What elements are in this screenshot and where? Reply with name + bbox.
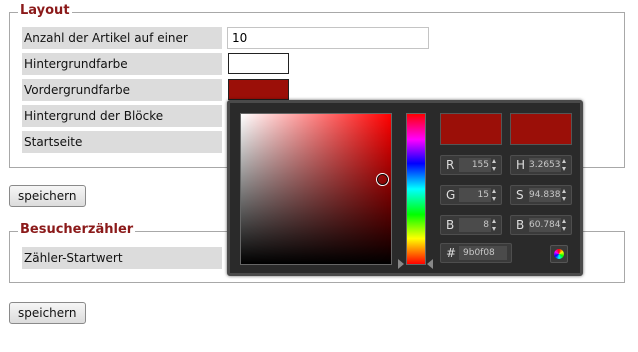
background-color-swatch[interactable] [228, 53, 289, 74]
green-field[interactable]: G 15 [440, 185, 502, 205]
green-label: G [446, 188, 456, 202]
color-picker: R 155 H 3.2653 G 15 S 94.838 B 8 B 60.78… [227, 100, 583, 276]
color-wheel-icon[interactable] [550, 245, 568, 263]
blue-field[interactable]: B 8 [440, 215, 502, 235]
saturation-label: S [516, 188, 524, 202]
hue-slider-arrow-left[interactable] [398, 259, 404, 269]
hex-field[interactable]: # 9b0f08 [440, 243, 512, 263]
spinner-icon[interactable] [562, 159, 567, 171]
layout-legend: Layout [18, 3, 72, 19]
red-label: R [446, 158, 455, 172]
hue-slider[interactable] [406, 113, 426, 265]
brightness-label: B [516, 218, 525, 232]
counter-start-label: Zähler-Startwert [22, 247, 222, 269]
current-color-preview[interactable] [510, 113, 572, 145]
block-background-label: Hintergrund der Blöcke [22, 105, 222, 127]
brightness-value[interactable]: 60.784 [529, 218, 561, 232]
hue-value[interactable]: 3.2653 [529, 158, 561, 172]
hex-label: # [446, 246, 457, 260]
articles-per-page-input[interactable] [227, 27, 429, 49]
saturation-field[interactable]: S 94.838 [510, 185, 572, 205]
blue-label: B [446, 218, 455, 232]
hex-value[interactable]: 9b0f08 [459, 246, 507, 260]
hue-slider-arrow-right[interactable] [427, 259, 433, 269]
start-page-label: Startseite [22, 131, 222, 153]
red-value[interactable]: 155 [459, 158, 491, 172]
green-value[interactable]: 15 [459, 188, 491, 202]
spinner-icon[interactable] [492, 189, 497, 201]
background-color-label: Hintergrundfarbe [22, 53, 222, 75]
articles-per-page-label: Anzahl der Artikel auf einer Seite [22, 27, 222, 67]
save-layout-button[interactable]: speichern [9, 185, 86, 207]
saturation-value[interactable]: 94.838 [529, 188, 561, 202]
hue-field[interactable]: H 3.2653 [510, 155, 572, 175]
color-selector-cursor[interactable] [377, 174, 388, 185]
counter-legend: Besucherzähler [18, 222, 136, 238]
blue-value[interactable]: 8 [459, 218, 491, 232]
spinner-icon[interactable] [492, 219, 497, 231]
hue-label: H [516, 158, 526, 172]
spinner-icon[interactable] [492, 159, 497, 171]
foreground-color-swatch[interactable] [228, 79, 289, 100]
spinner-icon[interactable] [562, 189, 567, 201]
red-field[interactable]: R 155 [440, 155, 502, 175]
saturation-brightness-area[interactable] [240, 113, 392, 265]
new-color-preview [440, 113, 502, 145]
foreground-color-label: Vordergrundfarbe [22, 79, 222, 101]
spinner-icon[interactable] [562, 219, 567, 231]
save-counter-button[interactable]: speichern [9, 302, 86, 324]
brightness-field[interactable]: B 60.784 [510, 215, 572, 235]
